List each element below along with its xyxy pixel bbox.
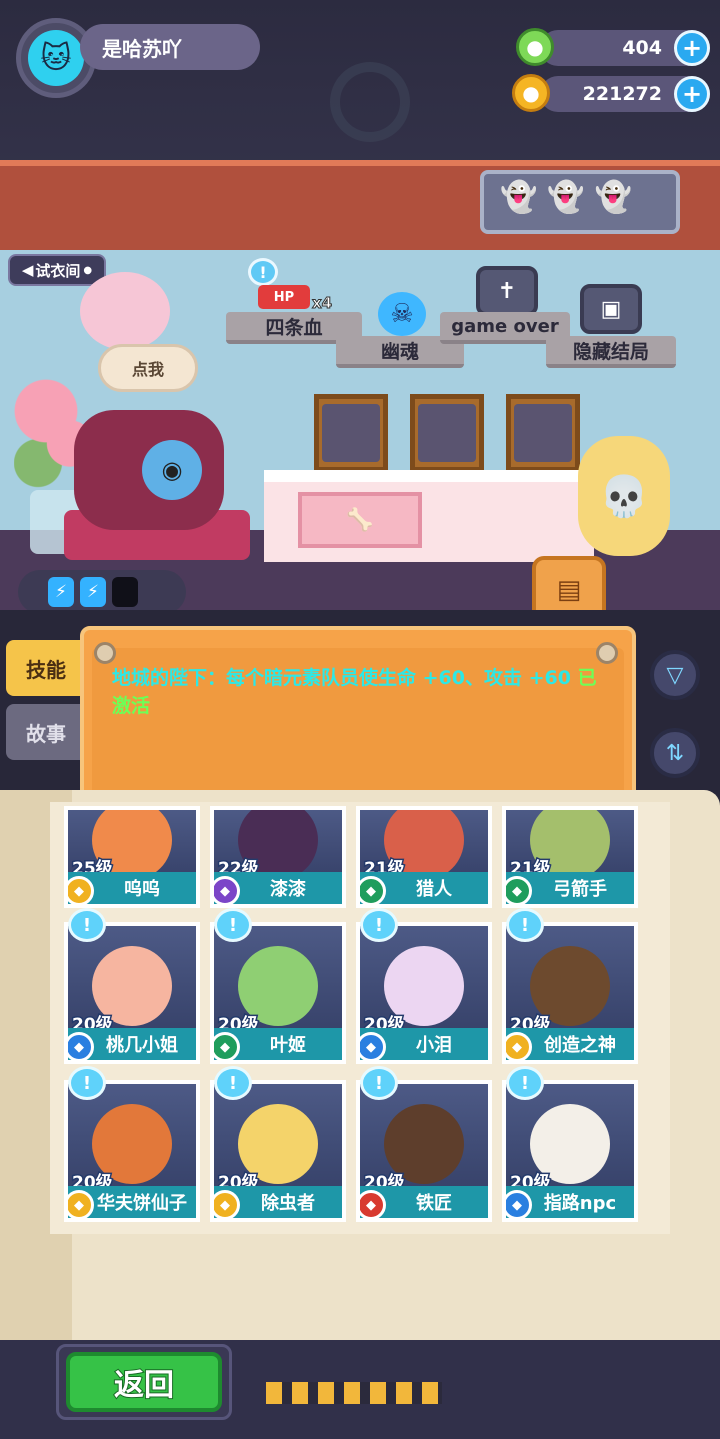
- green-element-icon: ◆: [214, 1032, 240, 1060]
- new-alert-icon: !: [506, 908, 544, 942]
- sort-button[interactable]: ⇅: [650, 728, 700, 778]
- character-card[interactable]: 20级 华夫饼仙子 ◆: [64, 1080, 200, 1222]
- back-button[interactable]: 返回: [66, 1352, 222, 1412]
- back-arrow-icon: ◀: [21, 261, 34, 279]
- info-icon[interactable]: !: [248, 258, 278, 286]
- filter-icon: ▽: [666, 662, 684, 688]
- red-element-icon: ◆: [360, 1190, 386, 1218]
- tab-skill-label: 技能: [26, 657, 66, 682]
- skeleton-character[interactable]: 💀: [578, 436, 670, 556]
- character-card[interactable]: 22级 漆漆 ◆: [210, 806, 346, 908]
- sort-icon: ⇅: [665, 740, 685, 766]
- tv-tombstone-icon: ✝: [476, 266, 538, 316]
- character-card[interactable]: 20级 桃几小姐 ◆: [64, 922, 200, 1064]
- tab-skill[interactable]: 技能: [6, 640, 86, 696]
- gold-element-icon: ◆: [68, 1190, 94, 1218]
- sign-ghost-label: 幽魂: [380, 340, 419, 363]
- sign-game-over-label: game over: [451, 315, 559, 337]
- green-element-icon: ◆: [506, 876, 532, 904]
- tv-ending-icon: ▣: [580, 284, 642, 334]
- add-coins-button[interactable]: +: [674, 76, 710, 112]
- player-name-text: 是哈苏吖: [102, 36, 182, 61]
- add-gems-button[interactable]: +: [674, 30, 710, 66]
- new-alert-icon: !: [360, 1066, 398, 1100]
- portrait-frame-3[interactable]: [506, 394, 580, 472]
- hp-label: HP: [273, 289, 295, 305]
- gold-element-icon: ◆: [68, 876, 94, 904]
- energy-slot-empty: [112, 577, 138, 607]
- ghost-icons: 👻👻👻: [500, 180, 643, 215]
- fitting-room-label: 试衣间: [35, 261, 81, 280]
- hp-multiplier: x4: [311, 294, 333, 313]
- hazard-stripe: [266, 1382, 442, 1404]
- sign-four-hp-label: 四条血: [265, 316, 323, 339]
- coin-planet-icon: ●: [512, 74, 550, 112]
- blue-element-icon: ◆: [360, 1032, 386, 1060]
- character-card[interactable]: 21级 猎人 ◆: [356, 806, 492, 908]
- new-alert-icon: !: [360, 908, 398, 942]
- blue-element-icon: ◆: [506, 1190, 532, 1218]
- energy-bolt-icon: ⚡: [80, 577, 106, 607]
- gem-icon: ●: [516, 28, 554, 66]
- portrait-frame-1[interactable]: [314, 394, 388, 472]
- dot-icon: ●: [83, 264, 93, 276]
- cat-face-icon: 🐱: [28, 30, 84, 86]
- energy-bolt-icon: ⚡: [48, 577, 74, 607]
- bone-drawer-icon: 🦴: [298, 492, 422, 548]
- character-card[interactable]: 25级 呜呜 ◆: [64, 806, 200, 908]
- fitting-room-button[interactable]: ◀ 试衣间 ●: [8, 254, 106, 286]
- tab-story-label: 故事: [26, 721, 66, 746]
- gold-element-icon: ◆: [506, 1032, 532, 1060]
- character-card[interactable]: 21级 弓箭手 ◆: [502, 806, 638, 908]
- green-element-icon: ◆: [360, 876, 386, 904]
- character-card[interactable]: 20级 小泪 ◆: [356, 922, 492, 1064]
- character-card[interactable]: 20级 指路npc ◆: [502, 1080, 638, 1222]
- back-button-label: 返回: [113, 1367, 175, 1404]
- click-me-label: 点我: [131, 360, 164, 379]
- purple-element-icon: ◆: [214, 876, 240, 904]
- eye-icon: ◉: [142, 440, 202, 500]
- new-alert-icon: !: [68, 1066, 106, 1100]
- pin-icon: [596, 642, 618, 664]
- filter-button[interactable]: ▽: [650, 650, 700, 700]
- skill-description-text: 地城的陛下：每个暗元素队员使生命 +60、攻击 +60: [112, 667, 571, 689]
- ghost-skull-icon: ☠: [378, 292, 426, 336]
- character-card[interactable]: 20级 除虫者 ◆: [210, 1080, 346, 1222]
- character-card[interactable]: 20级 铁匠 ◆: [356, 1080, 492, 1222]
- pink-pompom-lamp: [80, 272, 170, 350]
- sign-hidden-ending-label: 隐藏结局: [572, 340, 649, 363]
- hp-badge: HP: [258, 285, 310, 309]
- coin-count: 221272: [582, 83, 662, 105]
- character-card[interactable]: 20级 叶姬 ◆: [210, 922, 346, 1064]
- new-alert-icon: !: [214, 1066, 252, 1100]
- new-alert-icon: !: [506, 1066, 544, 1100]
- gold-element-icon: ◆: [214, 1190, 240, 1218]
- click-me-bubble[interactable]: 点我: [98, 344, 198, 392]
- gem-count: 404: [622, 37, 662, 59]
- character-card[interactable]: 20级 创造之神 ◆: [502, 922, 638, 1064]
- portrait-frame-2[interactable]: [410, 394, 484, 472]
- tab-story[interactable]: 故事: [6, 704, 86, 760]
- fan-decoration: [330, 62, 410, 142]
- new-alert-icon: !: [214, 908, 252, 942]
- sign-hidden-ending[interactable]: 隐藏结局: [546, 336, 676, 368]
- blue-element-icon: ◆: [68, 1032, 94, 1060]
- blurred-footer-text: [150, 1260, 650, 1284]
- skill-description: 地城的陛下：每个暗元素队员使生命 +60、攻击 +60 已激活: [112, 664, 612, 720]
- energy-bar: ⚡ ⚡: [18, 570, 186, 614]
- new-alert-icon: !: [68, 908, 106, 942]
- player-name: 是哈苏吖: [80, 24, 260, 70]
- pin-icon: [94, 642, 116, 664]
